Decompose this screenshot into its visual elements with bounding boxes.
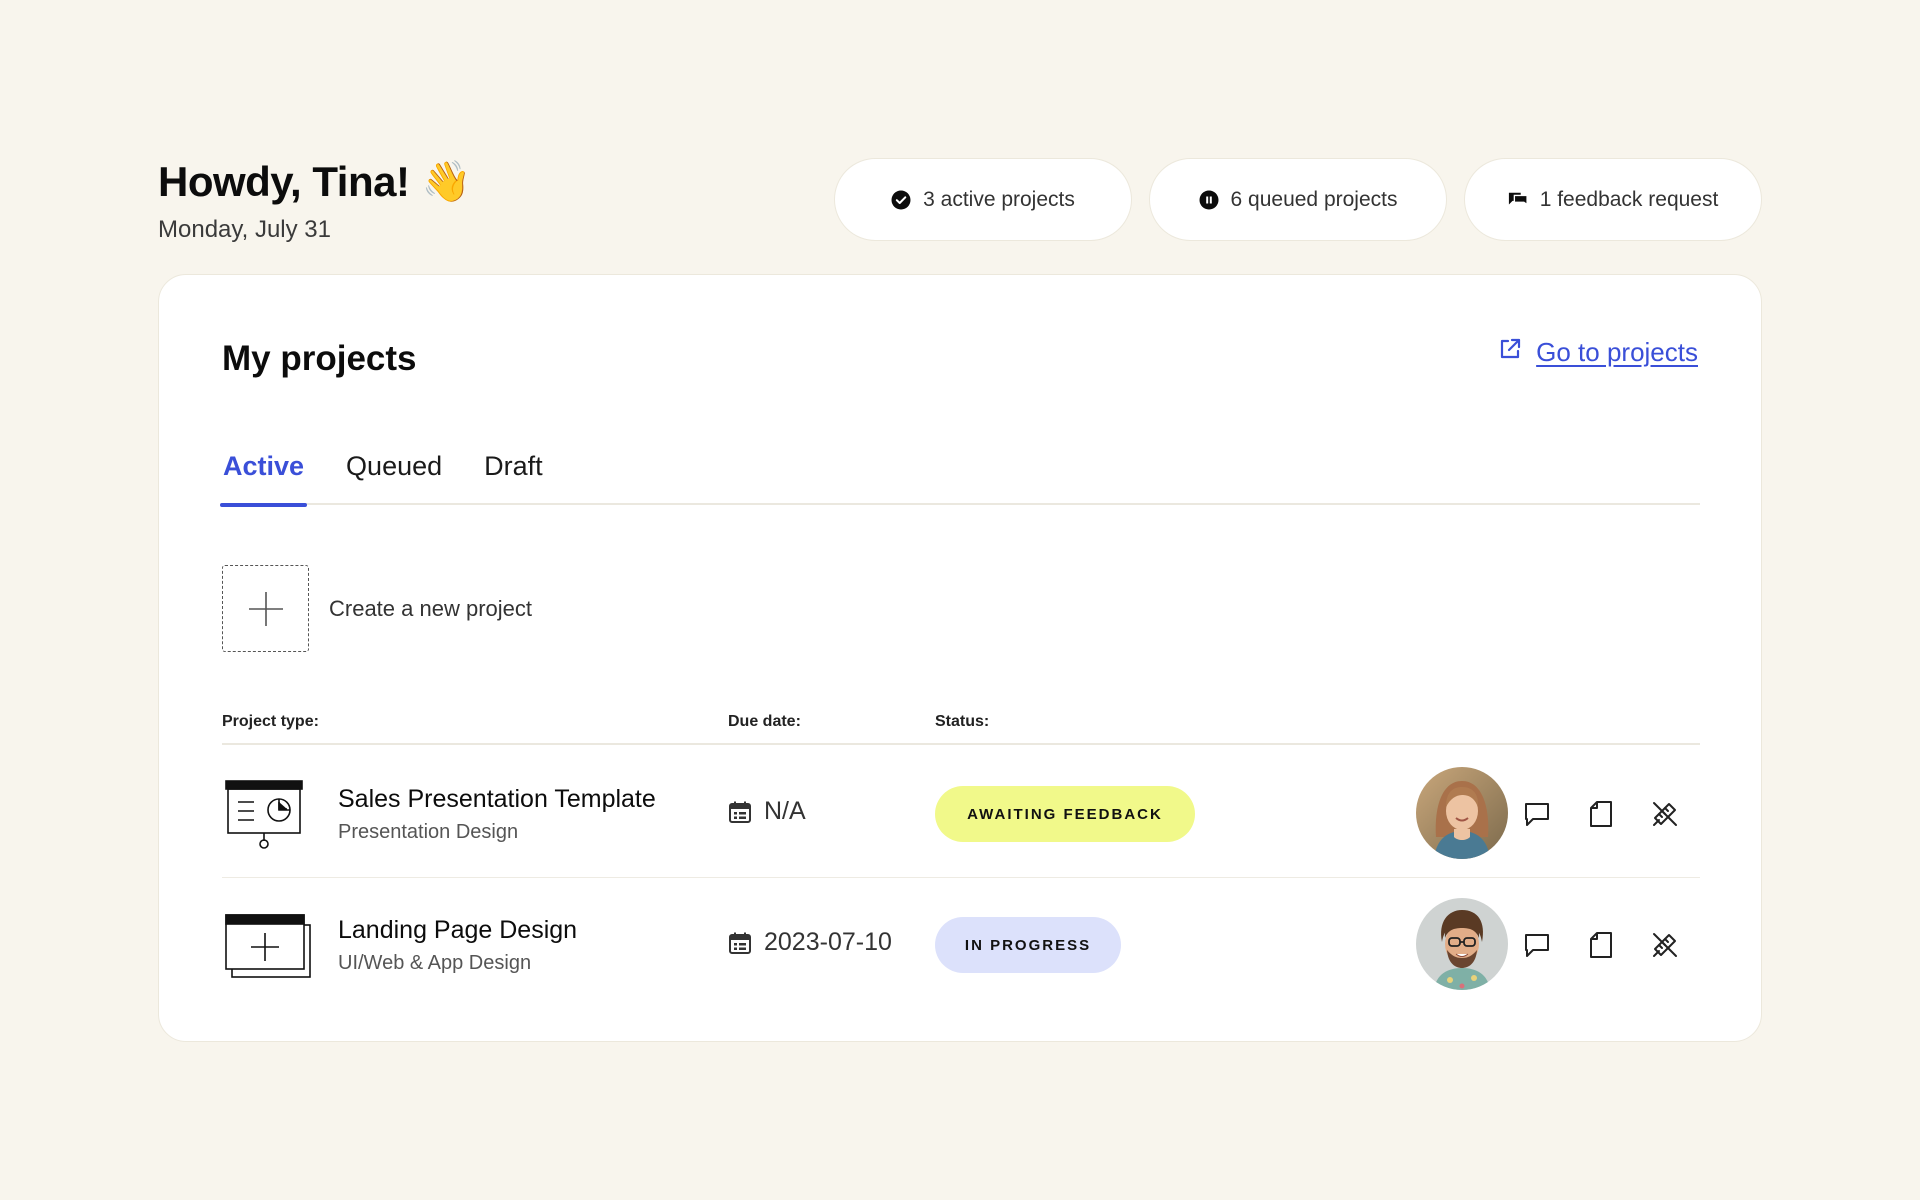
- tab-active[interactable]: Active: [219, 451, 308, 507]
- project-type: UI/Web & App Design: [338, 952, 532, 974]
- calendar-icon: [729, 932, 751, 954]
- file-icon[interactable]: [1586, 930, 1616, 960]
- greeting-title: Howdy, Tina! 👋: [158, 158, 471, 206]
- due-date-value: N/A: [764, 797, 806, 825]
- comment-icon[interactable]: [1522, 930, 1552, 960]
- plus-icon: [248, 591, 283, 626]
- browser-window-icon: [224, 911, 312, 981]
- stat-label: 1 feedback request: [1539, 187, 1719, 211]
- create-project-label: Create a new project: [329, 595, 532, 621]
- greeting-date: Monday, July 31: [158, 216, 331, 243]
- stat-label: 3 active projects: [923, 187, 1075, 211]
- greeting-text: Howdy, Tina!: [158, 158, 410, 205]
- tab-draft[interactable]: Draft: [483, 451, 544, 505]
- greeting: Howdy, Tina! 👋 Monday, July 31: [158, 158, 471, 244]
- dashed-plus-box: [222, 565, 309, 652]
- avatar[interactable]: [1416, 767, 1508, 859]
- design-tools-icon[interactable]: [1650, 799, 1680, 829]
- comment-icon[interactable]: [1522, 799, 1552, 829]
- stat-queued-projects[interactable]: 6 queued projects: [1149, 158, 1447, 241]
- column-project-type: Project type:: [222, 713, 319, 730]
- go-to-projects-label: Go to projects: [1536, 337, 1698, 367]
- project-tabs: Active Queued Draft: [219, 451, 1700, 507]
- wave-emoji-icon: 👋: [421, 160, 471, 204]
- projects-card: My projects Go to projects Active Queued…: [158, 274, 1762, 1042]
- stat-feedback-requests[interactable]: 1 feedback request: [1464, 158, 1762, 241]
- project-name: Sales Presentation Template: [338, 785, 656, 813]
- check-circle-icon: [891, 190, 911, 210]
- table-row[interactable]: Landing Page Design UI/Web & App Design …: [222, 878, 1700, 1009]
- due-date: 2023-07-10: [728, 928, 892, 957]
- file-icon[interactable]: [1586, 799, 1616, 829]
- table-row[interactable]: Sales Presentation Template Presentation…: [222, 747, 1700, 878]
- status-badge: IN PROGRESS: [935, 917, 1121, 973]
- presentation-board-icon: [224, 780, 312, 850]
- project-name: Landing Page Design: [338, 916, 578, 944]
- stat-active-projects[interactable]: 3 active projects: [834, 158, 1132, 241]
- create-project-button[interactable]: Create a new project: [222, 565, 532, 652]
- column-status: Status:: [935, 713, 990, 730]
- go-to-projects-link[interactable]: Go to projects: [1498, 337, 1698, 368]
- avatar[interactable]: [1416, 898, 1508, 990]
- status-badge: AWAITING FEEDBACK: [935, 786, 1195, 842]
- external-link-icon: [1498, 337, 1522, 368]
- calendar-icon: [729, 801, 751, 823]
- chat-bubbles-icon: [1508, 190, 1528, 210]
- project-type: Presentation Design: [338, 821, 519, 843]
- stat-label: 6 queued projects: [1230, 187, 1398, 211]
- due-date: N/A: [728, 797, 806, 826]
- stats-bar: 3 active projects 6 queued projects 1 fe…: [834, 158, 1762, 241]
- table-header: Project type: Due date: Status:: [222, 713, 1700, 745]
- tab-queued[interactable]: Queued: [345, 451, 443, 505]
- due-date-value: 2023-07-10: [764, 928, 892, 956]
- pause-circle-icon: [1199, 190, 1219, 210]
- column-due-date: Due date:: [728, 713, 801, 730]
- card-title: My projects: [222, 339, 417, 378]
- design-tools-icon[interactable]: [1650, 930, 1680, 960]
